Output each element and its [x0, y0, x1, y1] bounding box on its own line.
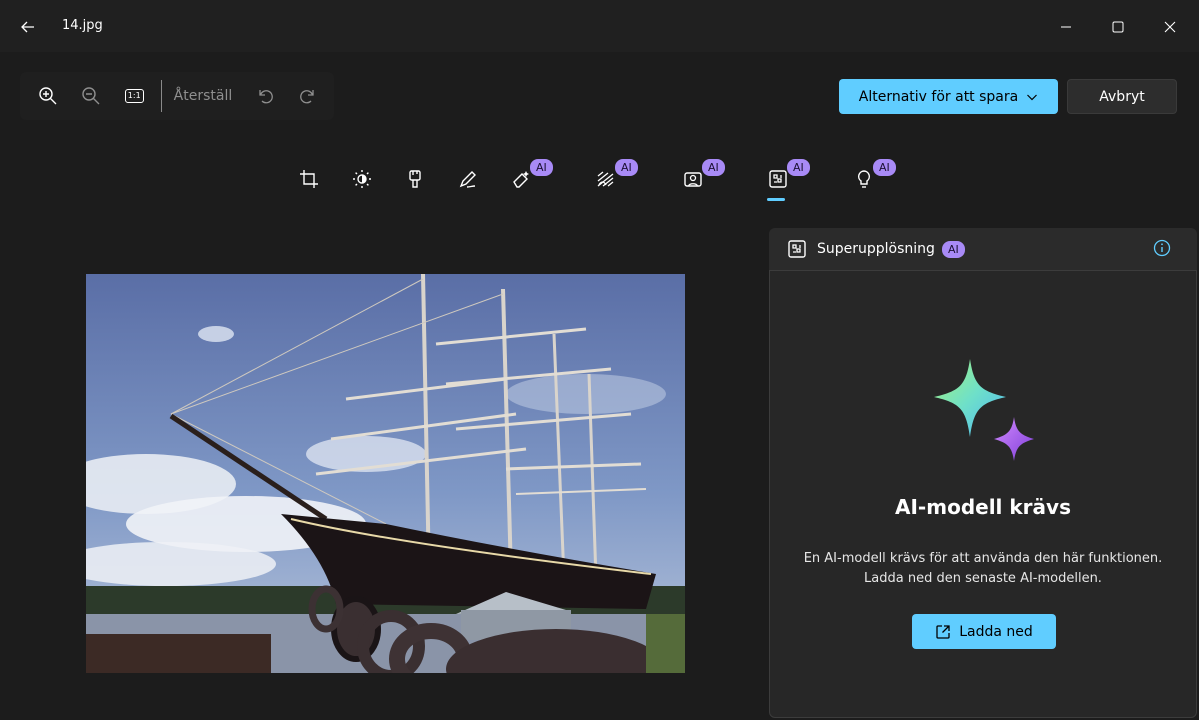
- save-options-label: Alternativ för att spara: [858, 88, 1019, 105]
- maximize-icon: [1112, 21, 1124, 33]
- zoom-in-button[interactable]: [32, 79, 65, 113]
- brightness-icon: [353, 170, 371, 188]
- redo-button[interactable]: [291, 79, 324, 113]
- ai-badge: AI: [530, 159, 553, 176]
- super-resolution-icon: [769, 170, 787, 188]
- toolbar-divider: [160, 80, 162, 112]
- tool-super-resolution[interactable]: AI: [761, 158, 810, 202]
- actual-size-label: 1:1: [124, 89, 144, 103]
- ai-sparkle-icon: [934, 359, 1034, 461]
- super-resolution-panel-header: Superupplösning AI: [769, 228, 1197, 270]
- panel-description-line2: Ladda ned den senaste AI-modellen.: [864, 571, 1102, 586]
- panel-heading: AI-modell krävs: [895, 495, 1071, 519]
- eraser-icon: [513, 171, 529, 188]
- tool-filter[interactable]: [398, 158, 438, 202]
- ai-badge: AI: [702, 159, 725, 176]
- redo-icon: [299, 90, 314, 104]
- cancel-button[interactable]: Avbryt: [1067, 79, 1177, 114]
- portrait-icon: [684, 172, 702, 187]
- back-button[interactable]: [14, 13, 42, 41]
- close-button[interactable]: [1156, 13, 1184, 41]
- blur-icon: [597, 171, 614, 187]
- crop-icon: [300, 170, 318, 188]
- lightbulb-icon: [857, 170, 871, 188]
- brush-icon: [409, 170, 421, 188]
- close-icon: [1164, 21, 1176, 33]
- panel-description: En AI-modell krävs för att använda den h…: [770, 549, 1196, 589]
- info-icon[interactable]: [1153, 239, 1171, 257]
- minimize-icon: [1061, 26, 1071, 28]
- title-bar: 14.jpg: [0, 0, 1199, 52]
- ai-badge: AI: [615, 159, 638, 176]
- open-external-icon: [936, 624, 950, 639]
- selected-tool-indicator: [767, 198, 785, 201]
- edit-tools-row: AI AI AI AI AI: [286, 158, 926, 202]
- download-button[interactable]: Ladda ned: [912, 614, 1056, 649]
- zoom-out-icon: [82, 87, 100, 105]
- ai-badge: AI: [942, 241, 965, 258]
- minimize-button[interactable]: [1052, 13, 1080, 41]
- reset-button[interactable]: Återställ: [174, 88, 233, 104]
- tool-erase[interactable]: AI: [504, 158, 553, 202]
- download-label: Ladda ned: [959, 623, 1033, 640]
- super-resolution-icon: [788, 240, 806, 258]
- save-options-button[interactable]: Alternativ för att spara: [839, 79, 1058, 114]
- panel-description-line1: En AI-modell krävs för att använda den h…: [803, 551, 1163, 566]
- ai-badge: AI: [787, 159, 810, 176]
- tool-background-blur[interactable]: AI: [589, 158, 638, 202]
- actual-size-button[interactable]: 1:1: [118, 79, 151, 113]
- zoom-in-icon: [39, 87, 57, 105]
- panel-title: Superupplösning: [817, 241, 935, 257]
- chevron-down-icon: [1027, 94, 1038, 100]
- tool-lightbulb[interactable]: AI: [847, 158, 896, 202]
- editor-area: 1:1 Återställ Alternativ för att spara A…: [0, 52, 1199, 720]
- undo-button[interactable]: [248, 79, 281, 113]
- undo-icon: [259, 90, 273, 104]
- maximize-button[interactable]: [1104, 13, 1132, 41]
- zoom-out-button[interactable]: [75, 79, 108, 113]
- back-icon: [21, 21, 34, 33]
- tool-crop[interactable]: [292, 158, 332, 202]
- tool-background[interactable]: AI: [676, 158, 725, 202]
- pen-icon: [459, 171, 476, 188]
- photo-canvas[interactable]: [86, 274, 685, 673]
- ai-badge: AI: [873, 159, 896, 176]
- ship-photo: [86, 274, 685, 673]
- super-resolution-panel: AI-modell krävs En AI-modell krävs för a…: [769, 270, 1197, 718]
- view-toolbar: 1:1 Återställ: [20, 72, 334, 120]
- tool-adjust[interactable]: [345, 158, 385, 202]
- tool-markup[interactable]: [451, 158, 491, 202]
- window-title: 14.jpg: [62, 18, 103, 33]
